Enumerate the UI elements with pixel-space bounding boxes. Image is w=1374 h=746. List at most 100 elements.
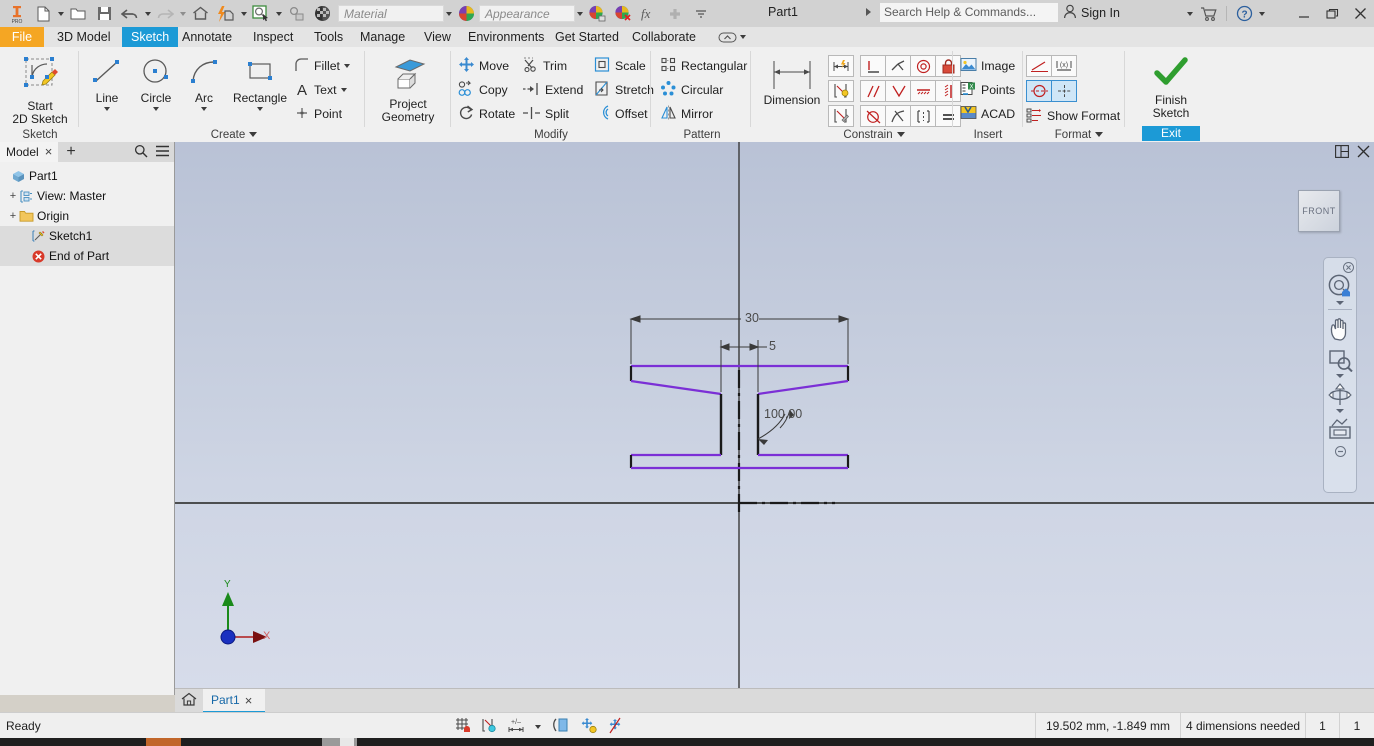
- ribbon-collapse-control[interactable]: [718, 29, 748, 45]
- split-view-icon[interactable]: [1335, 145, 1349, 161]
- qat-overflow-icon[interactable]: [688, 2, 714, 26]
- search-icon[interactable]: [134, 144, 148, 161]
- tab-inspect[interactable]: Inspect: [244, 27, 302, 47]
- parallel-constraint-button[interactable]: [860, 80, 886, 102]
- adjust-appearance-icon[interactable]: [584, 2, 610, 26]
- tab-annotate[interactable]: Annotate: [173, 27, 241, 47]
- close-icon[interactable]: ×: [45, 142, 53, 162]
- slot-width-dimension-text[interactable]: 5: [769, 339, 776, 353]
- construction-line-toggle[interactable]: [1026, 80, 1052, 102]
- format-group-caret[interactable]: [1095, 132, 1103, 137]
- extend-button[interactable]: Extend: [520, 79, 583, 101]
- close-button[interactable]: [1346, 0, 1374, 27]
- rectangle-button[interactable]: Rectangle: [226, 57, 294, 111]
- hamburger-menu-icon[interactable]: [155, 145, 170, 160]
- dimension-visibility-caret[interactable]: [535, 725, 541, 729]
- return-icon[interactable]: [283, 2, 309, 26]
- concentric-constraint-button[interactable]: [910, 55, 936, 77]
- tab-file[interactable]: File: [0, 27, 44, 47]
- select-cursor-icon[interactable]: [248, 2, 274, 26]
- horizontal-constraint-button[interactable]: [910, 80, 936, 102]
- appearance-dropdown[interactable]: Appearance: [479, 5, 575, 22]
- minimize-button[interactable]: [1290, 0, 1318, 27]
- constraint-display-icon[interactable]: [481, 717, 498, 737]
- move-button[interactable]: Move: [456, 55, 509, 77]
- save-disk-icon[interactable]: [91, 2, 117, 26]
- zoom-window-icon[interactable]: [1324, 348, 1356, 372]
- view-cube[interactable]: FRONT: [1298, 190, 1340, 232]
- rectangular-pattern-button[interactable]: Rectangular: [658, 55, 747, 77]
- show-constraints-button[interactable]: [828, 80, 854, 102]
- tree-expander-view-master[interactable]: +: [8, 191, 18, 201]
- select-caret[interactable]: [274, 2, 283, 26]
- add-browser-tab-button[interactable]: +: [62, 142, 80, 162]
- tree-item-origin[interactable]: + Origin: [0, 206, 174, 226]
- sign-in-caret[interactable]: [1185, 2, 1194, 26]
- arc-caret[interactable]: [201, 107, 207, 111]
- update-caret[interactable]: [239, 2, 248, 26]
- point-button[interactable]: Point: [292, 103, 342, 125]
- offset-button[interactable]: Offset: [592, 103, 648, 125]
- perpendicular-constraint-button[interactable]: [885, 80, 911, 102]
- navbar-collapse-icon[interactable]: [1324, 446, 1356, 457]
- zoom-caret[interactable]: [1336, 374, 1344, 378]
- points-button[interactable]: X Points: [958, 79, 1015, 101]
- project-geometry-button[interactable]: ProjectGeometry: [370, 55, 446, 124]
- browser-tab-model[interactable]: Model ×: [0, 142, 58, 162]
- material-caret[interactable]: [444, 2, 453, 26]
- tab-get-started[interactable]: Get Started: [546, 27, 628, 47]
- slice-graphics-icon[interactable]: [552, 717, 571, 737]
- copy-button[interactable]: Copy: [456, 79, 508, 101]
- grid-snap-icon[interactable]: [455, 717, 472, 737]
- close-view-icon[interactable]: [1357, 145, 1370, 161]
- graphics-canvas[interactable]: 30 5 100.00 Y X FRONT: [175, 142, 1374, 695]
- help-icon[interactable]: ?: [1231, 2, 1257, 26]
- redo-caret[interactable]: [178, 2, 187, 26]
- undo-caret[interactable]: [143, 2, 152, 26]
- orbit-caret[interactable]: [1336, 409, 1344, 413]
- steering-wheel-icon[interactable]: [1324, 273, 1356, 299]
- arc-button[interactable]: Arc: [182, 57, 226, 111]
- show-format-button[interactable]: Show Format: [1024, 105, 1120, 127]
- symmetric-constraint-button[interactable]: [910, 105, 936, 127]
- smooth-constraint-button[interactable]: [885, 105, 911, 127]
- fx-parameters-icon[interactable]: fx: [636, 2, 662, 26]
- help-caret[interactable]: [1257, 2, 1266, 26]
- collinear-constraint-button[interactable]: [885, 55, 911, 77]
- tab-collaborate[interactable]: Collaborate: [623, 27, 705, 47]
- tree-item-part1[interactable]: Part1: [0, 166, 174, 186]
- ribbon-collapse-caret[interactable]: [740, 35, 746, 39]
- tab-tools[interactable]: Tools: [305, 27, 352, 47]
- cart-icon[interactable]: [1196, 2, 1222, 26]
- line-caret[interactable]: [104, 107, 110, 111]
- rotate-button[interactable]: Rotate: [456, 103, 515, 125]
- new-file-icon[interactable]: [30, 2, 56, 26]
- fillet-button[interactable]: Fillet: [292, 55, 350, 77]
- tree-item-sketch1[interactable]: Sketch1: [0, 226, 174, 246]
- home-icon[interactable]: [187, 2, 213, 26]
- image-button[interactable]: Image: [958, 55, 1015, 77]
- home-tab[interactable]: [175, 689, 203, 713]
- pan-hand-icon[interactable]: [1324, 317, 1356, 342]
- driven-dimension-button[interactable]: (x): [1051, 55, 1077, 77]
- clear-appearance-icon[interactable]: [610, 2, 636, 26]
- circle-caret[interactable]: [153, 107, 159, 111]
- text-button[interactable]: A Text: [292, 79, 347, 101]
- taskbar-item-orange[interactable]: [146, 738, 181, 746]
- orbit-icon[interactable]: [1324, 383, 1356, 407]
- add-plus-icon[interactable]: [662, 2, 688, 26]
- fillet-caret[interactable]: [344, 64, 350, 68]
- tab-sketch[interactable]: Sketch: [122, 27, 178, 47]
- finish-sketch-button[interactable]: FinishSketch: [1132, 55, 1210, 120]
- tree-item-end-of-part[interactable]: End of Part: [0, 246, 174, 266]
- title-overflow-arrow[interactable]: [866, 8, 871, 16]
- angle-dimension-text[interactable]: 100.00: [764, 407, 802, 421]
- tab-manage[interactable]: Manage: [351, 27, 414, 47]
- lightning-update-icon[interactable]: [213, 2, 239, 26]
- split-button[interactable]: Split: [520, 103, 569, 125]
- redo-arrow-icon[interactable]: [152, 2, 178, 26]
- tab-environments[interactable]: Environments: [459, 27, 553, 47]
- document-tab-part1[interactable]: Part1 ×: [203, 689, 265, 713]
- trim-button[interactable]: Trim: [520, 55, 567, 77]
- mirror-button[interactable]: Mirror: [658, 103, 713, 125]
